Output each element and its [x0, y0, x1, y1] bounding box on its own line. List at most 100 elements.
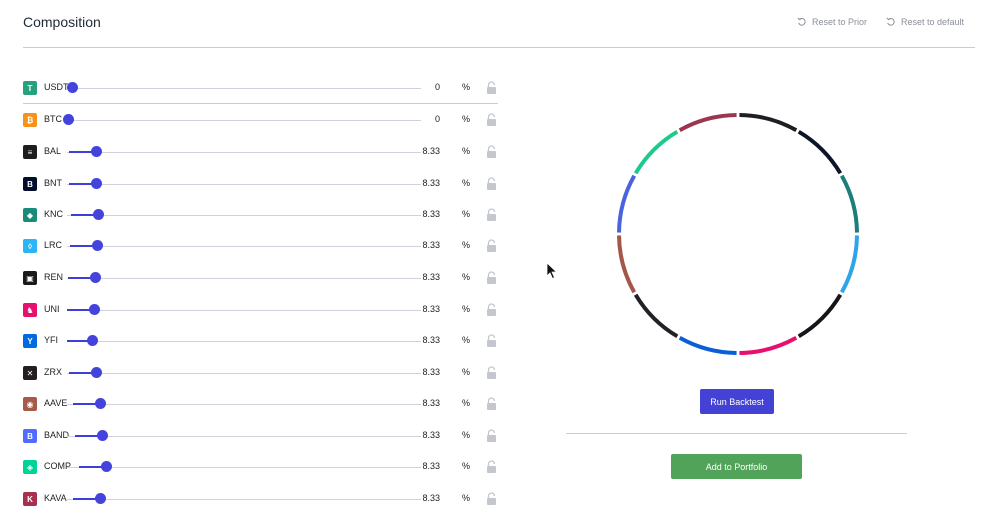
- unlocked-lock-icon[interactable]: [486, 492, 497, 505]
- weight-slider-handle[interactable]: [63, 114, 74, 125]
- slider-fill: [79, 466, 103, 468]
- percent-symbol: %: [462, 493, 471, 503]
- reset-to-prior-label: Reset to Prior: [812, 17, 868, 27]
- slider-fill: [68, 277, 92, 279]
- unlocked-lock-icon[interactable]: [486, 334, 497, 347]
- weight-slider-track[interactable]: [67, 404, 421, 405]
- weight-slider-handle[interactable]: [101, 461, 112, 472]
- weight-slider-track[interactable]: [67, 215, 421, 216]
- weight-value: 8.33: [422, 272, 440, 282]
- asset-row-ren: ▣ REN 8.33%: [23, 268, 498, 288]
- asset-row-btc: ₿ BTC 0%: [23, 110, 498, 130]
- weight-slider-track[interactable]: [67, 278, 421, 279]
- kyber-icon: ◆: [23, 208, 37, 222]
- weight-slider-track[interactable]: [67, 88, 421, 89]
- bitcoin-icon: ₿: [23, 113, 37, 127]
- weight-value: 8.33: [422, 304, 440, 314]
- weight-slider-track[interactable]: [67, 341, 421, 342]
- asset-row-aave: ◉ AAVE 8.33%: [23, 394, 498, 414]
- slider-fill: [73, 403, 97, 405]
- percent-symbol: %: [462, 272, 471, 282]
- slider-fill: [75, 435, 99, 437]
- percent-symbol: %: [462, 367, 471, 377]
- weight-value: 0: [434, 82, 440, 92]
- asset-row-zrx: ✕ ZRX 8.33%: [23, 363, 498, 383]
- weight-slider-track[interactable]: [67, 467, 421, 468]
- asset-row-comp: ◈ COMP 8.33%: [23, 457, 498, 477]
- donut-segment-zrx: [633, 293, 679, 339]
- donut-segment-ren: [797, 293, 843, 339]
- weight-slider-handle[interactable]: [91, 178, 102, 189]
- weight-value: 8.33: [422, 461, 440, 471]
- weight-slider-handle[interactable]: [89, 304, 100, 315]
- weight-slider-handle[interactable]: [91, 367, 102, 378]
- donut-segment-bal: [739, 113, 798, 132]
- weight-slider-track[interactable]: [67, 152, 421, 153]
- slider-fill: [67, 309, 91, 311]
- donut-segment-lrc: [840, 235, 859, 294]
- asset-row-uni: ♞ UNI 8.33%: [23, 300, 498, 320]
- weight-slider-handle[interactable]: [93, 209, 104, 220]
- slider-fill: [69, 372, 93, 374]
- weight-value: 8.33: [422, 493, 440, 503]
- reset-to-default-label: Reset to default: [901, 17, 965, 27]
- unlocked-lock-icon[interactable]: [486, 177, 497, 190]
- donut-segment-aave: [617, 235, 636, 294]
- unlocked-lock-icon[interactable]: [486, 208, 497, 221]
- weight-value: 8.33: [422, 430, 440, 440]
- zerox-icon: ✕: [23, 366, 37, 380]
- add-to-portfolio-button[interactable]: Add to Portfolio: [671, 454, 802, 479]
- weight-value: 8.33: [422, 178, 440, 188]
- weight-slider-handle[interactable]: [87, 335, 98, 346]
- donut-segment-knc: [840, 174, 859, 233]
- band-icon: B: [23, 429, 37, 443]
- unlocked-lock-icon[interactable]: [486, 303, 497, 316]
- weight-value: 0: [434, 114, 440, 124]
- asset-row-bal: ≡ BAL 8.33%: [23, 142, 498, 162]
- reset-to-default-button[interactable]: Reset to default: [886, 17, 964, 27]
- donut-segment-yfi: [678, 336, 737, 355]
- unlocked-lock-icon[interactable]: [486, 145, 497, 158]
- weight-slider-track[interactable]: [67, 373, 421, 374]
- weight-slider-handle[interactable]: [92, 240, 103, 251]
- asset-symbol: KAVA: [44, 493, 67, 503]
- reset-to-prior-button[interactable]: Reset to Prior: [797, 17, 867, 27]
- compound-icon: ◈: [23, 460, 37, 474]
- weight-slider-track[interactable]: [67, 120, 421, 121]
- weight-slider-track[interactable]: [67, 436, 421, 437]
- slider-fill: [70, 245, 94, 247]
- weight-slider-handle[interactable]: [95, 493, 106, 504]
- weight-slider-track[interactable]: [67, 310, 421, 311]
- unlocked-lock-icon[interactable]: [486, 366, 497, 379]
- weight-slider-track[interactable]: [67, 499, 421, 500]
- unlocked-lock-icon[interactable]: [486, 429, 497, 442]
- undo-icon: [797, 17, 806, 26]
- unlocked-lock-icon[interactable]: [486, 239, 497, 252]
- unlocked-lock-icon[interactable]: [486, 460, 497, 473]
- asset-symbol: AAVE: [44, 398, 68, 408]
- unlocked-lock-icon[interactable]: [486, 271, 497, 284]
- run-backtest-button[interactable]: Run Backtest: [700, 389, 774, 414]
- percent-symbol: %: [462, 461, 471, 471]
- donut-segment-uni: [739, 336, 798, 355]
- weight-slider-handle[interactable]: [91, 146, 102, 157]
- unlocked-lock-icon[interactable]: [486, 397, 497, 410]
- weight-slider-handle[interactable]: [95, 398, 106, 409]
- percent-symbol: %: [462, 146, 471, 156]
- weight-value: 8.33: [422, 209, 440, 219]
- percent-symbol: %: [462, 304, 471, 314]
- weight-value: 8.33: [422, 367, 440, 377]
- weight-slider-handle[interactable]: [67, 82, 78, 93]
- asset-symbol: REN: [44, 272, 64, 282]
- unlocked-lock-icon[interactable]: [486, 113, 497, 126]
- weight-slider-handle[interactable]: [97, 430, 108, 441]
- loopring-icon: ◊: [23, 239, 37, 253]
- weight-slider-track[interactable]: [67, 184, 421, 185]
- asset-row-bnt: B BNT 8.33%: [23, 174, 498, 194]
- aave-icon: ◉: [23, 397, 37, 411]
- unlocked-lock-icon[interactable]: [486, 81, 497, 94]
- asset-row-knc: ◆ KNC 8.33%: [23, 205, 498, 225]
- weight-slider-track[interactable]: [67, 246, 421, 247]
- asset-row-lrc: ◊ LRC 8.33%: [23, 236, 498, 256]
- weight-slider-handle[interactable]: [90, 272, 101, 283]
